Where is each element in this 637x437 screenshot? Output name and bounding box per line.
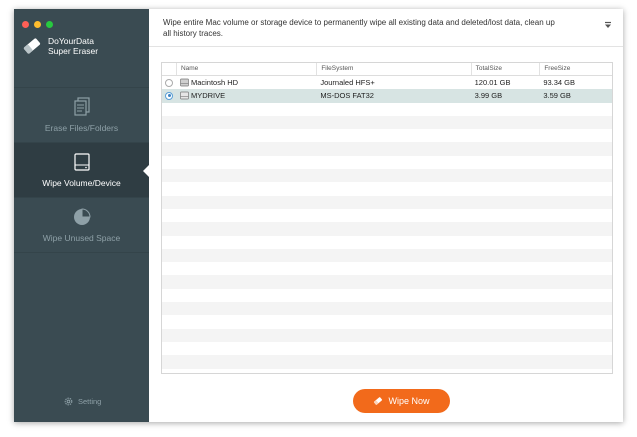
- sidebar-item-label: Wipe Unused Space: [42, 233, 121, 243]
- hard-drive-icon: [180, 78, 189, 87]
- column-header-select: [162, 63, 176, 75]
- empty-row: [162, 195, 612, 209]
- row-filesystem: MS-DOS FAT32: [320, 91, 374, 101]
- empty-row: [162, 222, 612, 236]
- column-header-name[interactable]: Name: [175, 63, 316, 75]
- sidebar: DoYourData Super Eraser Erase Files/Fold…: [14, 9, 149, 422]
- external-drive-icon: [180, 92, 189, 100]
- empty-row: [162, 275, 612, 289]
- page-description: Wipe entire Mac volume or storage device…: [163, 18, 555, 38]
- app-logo: DoYourData Super Eraser: [22, 36, 98, 56]
- sidebar-divider: [14, 252, 149, 253]
- empty-row: [162, 302, 612, 316]
- zoom-window-button[interactable]: [46, 21, 53, 28]
- window-controls: [22, 21, 53, 28]
- sidebar-item-erase-files[interactable]: Erase Files/Folders: [14, 87, 149, 142]
- empty-row: [162, 289, 612, 302]
- pie-chart-icon: [73, 208, 91, 225]
- row-totalsize: 3.99 GB: [474, 91, 503, 101]
- table-row[interactable]: Macintosh HD Journaled HFS+ 120.01 GB 93…: [162, 76, 612, 89]
- header-divider: [149, 46, 623, 47]
- row-name: MYDRIVE: [190, 91, 226, 101]
- row-radio-selected[interactable]: [165, 91, 173, 100]
- app-name-line1: DoYourData: [48, 36, 94, 46]
- empty-row: [162, 262, 612, 275]
- sidebar-item-wipe-unused[interactable]: Wipe Unused Space: [14, 197, 149, 252]
- main-panel: Wipe entire Mac volume or storage device…: [149, 9, 623, 422]
- empty-row: [162, 182, 612, 195]
- empty-row: [162, 142, 612, 156]
- gear-icon: [64, 397, 73, 406]
- app-window: DoYourData Super Eraser Erase Files/Fold…: [14, 9, 623, 422]
- empty-row: [162, 315, 612, 328]
- column-header-totalsize[interactable]: TotalSize: [470, 63, 540, 75]
- row-name: Macintosh HD: [190, 78, 239, 88]
- setting-label: Setting: [78, 397, 102, 406]
- sidebar-item-label: Erase Files/Folders: [44, 123, 119, 133]
- column-header-filesystem[interactable]: FileSystem: [316, 63, 470, 75]
- setting-button[interactable]: Setting: [63, 396, 101, 407]
- close-window-button[interactable]: [22, 21, 29, 28]
- empty-row: [162, 328, 612, 342]
- empty-row: [162, 342, 612, 355]
- empty-row: [162, 209, 612, 222]
- row-totalsize: 120.01 GB: [474, 78, 511, 88]
- dropdown-menu-icon[interactable]: [604, 21, 612, 29]
- empty-row: [162, 248, 612, 263]
- row-freesize: 93.34 GB: [543, 78, 576, 88]
- empty-row: [162, 169, 612, 183]
- wipe-now-button[interactable]: Wipe Now: [353, 389, 450, 413]
- sidebar-item-label: Wipe Volume/Device: [42, 178, 121, 188]
- app-name-line2: Super Eraser: [48, 46, 99, 56]
- empty-row: [162, 129, 612, 142]
- wipe-now-label: Wipe Now: [388, 396, 430, 406]
- empty-row: [162, 355, 612, 369]
- empty-row: [162, 156, 612, 169]
- row-filesystem: Journaled HFS+: [320, 78, 375, 88]
- column-header-freesize[interactable]: FreeSize: [539, 63, 612, 75]
- documents-icon: [73, 97, 90, 116]
- table-header: Name FileSystem TotalSize FreeSize: [162, 63, 612, 76]
- eraser-logo-icon: [23, 38, 41, 54]
- row-freesize: 3.59 GB: [543, 91, 571, 101]
- volume-table: Name FileSystem TotalSize FreeSize Macin…: [161, 62, 613, 374]
- minimize-window-button[interactable]: [34, 21, 41, 28]
- table-row-selected[interactable]: MYDRIVE MS-DOS FAT32 3.99 GB 3.59 GB: [162, 89, 612, 103]
- row-radio[interactable]: [165, 78, 173, 87]
- sidebar-item-wipe-volume[interactable]: Wipe Volume/Device: [14, 142, 149, 197]
- drive-icon: [73, 153, 90, 171]
- eraser-icon: [374, 397, 383, 405]
- empty-row: [162, 103, 612, 116]
- empty-row: [162, 115, 612, 130]
- table-body: Macintosh HD Journaled HFS+ 120.01 GB 93…: [162, 76, 612, 369]
- empty-row: [162, 236, 612, 249]
